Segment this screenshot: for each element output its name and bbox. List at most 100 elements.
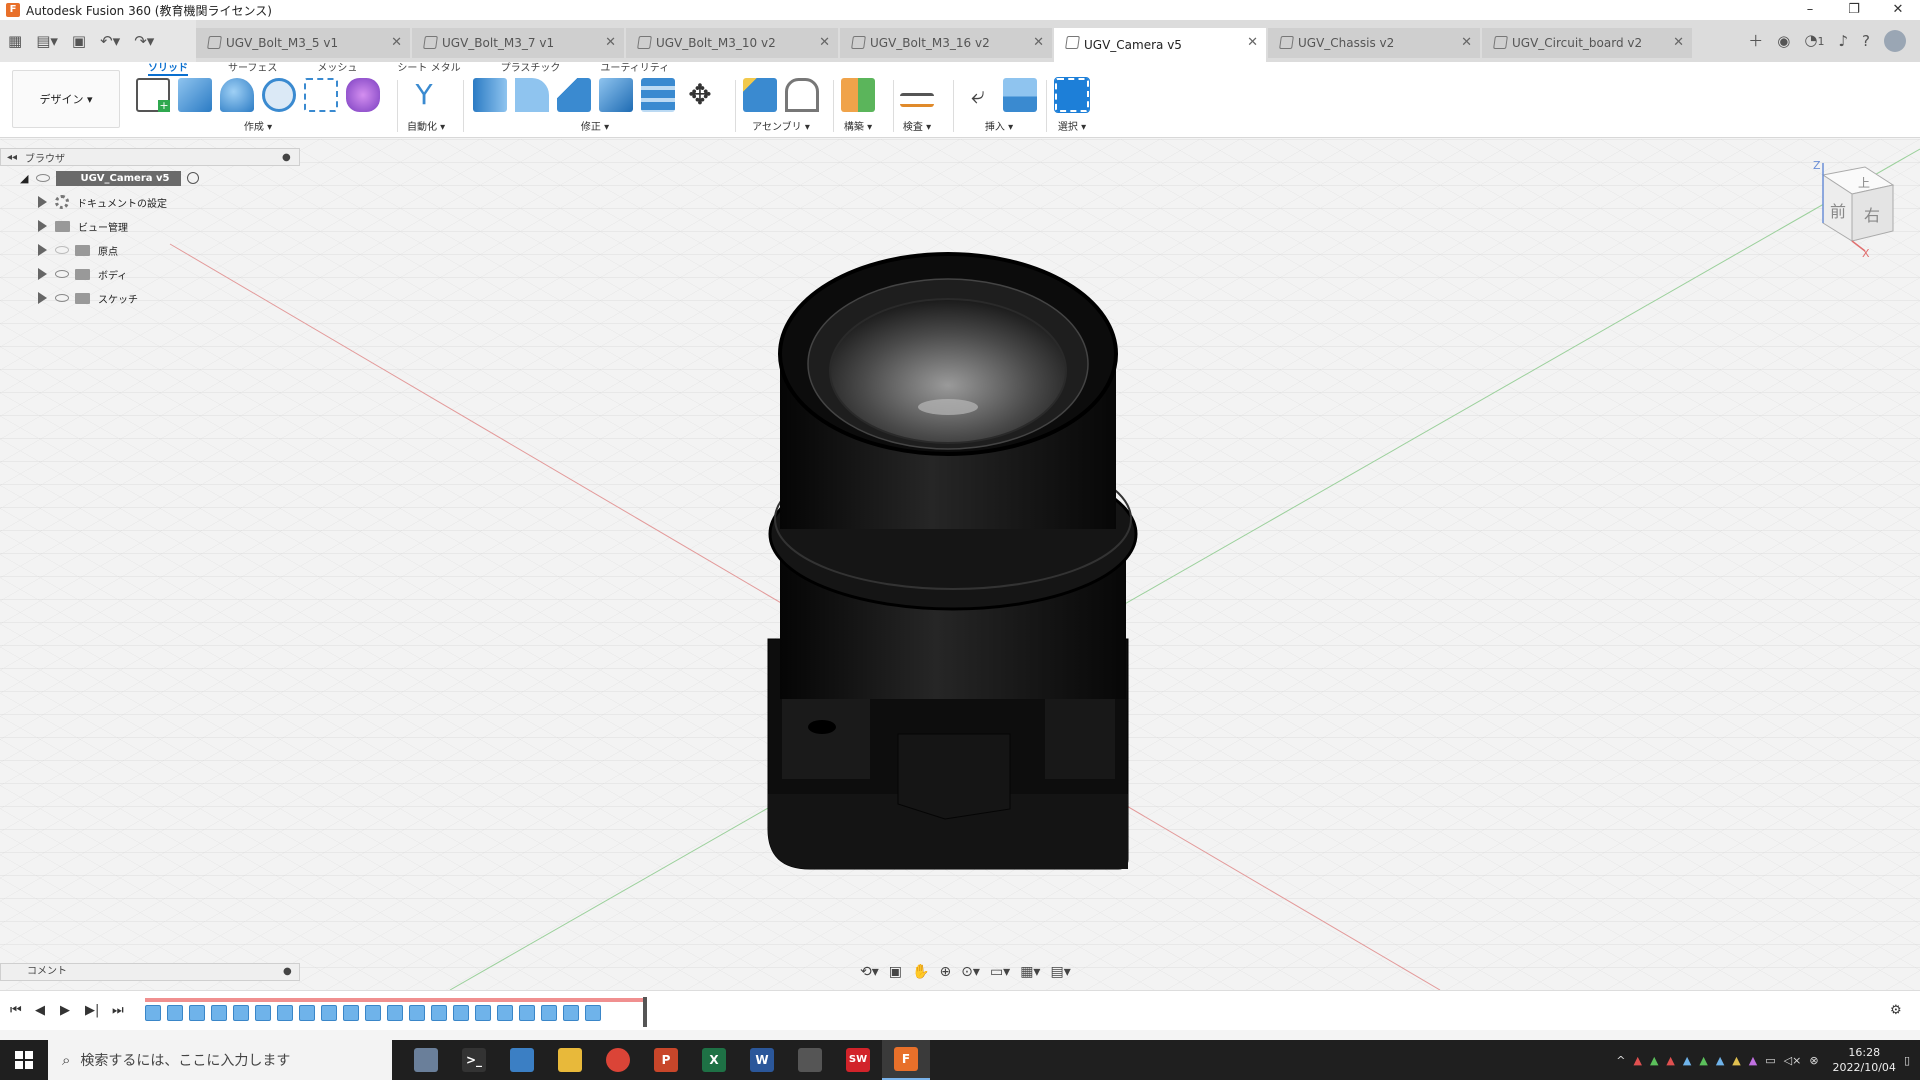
taskbar-app[interactable]: X — [690, 1040, 738, 1080]
taskbar-app[interactable]: W — [738, 1040, 786, 1080]
go-to-start-icon[interactable]: ⏮ — [10, 1003, 22, 1018]
online-status-icon[interactable]: ◉ — [1777, 33, 1790, 49]
comments-panel[interactable]: コメント ● — [0, 963, 300, 981]
taskbar-app[interactable]: F — [882, 1040, 930, 1080]
close-tab-icon[interactable]: ✕ — [1033, 35, 1044, 50]
network-icon[interactable]: ▭ — [1765, 1054, 1775, 1067]
revolve-icon[interactable] — [220, 78, 254, 112]
minimize-button[interactable]: – — [1788, 0, 1832, 20]
step-forward-icon[interactable]: ▶| — [85, 1003, 99, 1018]
viewcube-top-label[interactable]: 上 — [1858, 176, 1870, 190]
taskbar-app[interactable] — [498, 1040, 546, 1080]
tree-root[interactable]: ◢ UGV_Camera v5 — [20, 166, 300, 190]
timeline-feature[interactable] — [189, 1005, 205, 1021]
select-icon[interactable] — [1054, 77, 1090, 113]
doc-tab-bolt-m3-7[interactable]: UGV_Bolt_M3_7 v1 ✕ — [412, 28, 624, 58]
doc-tab-camera[interactable]: UGV_Camera v5 ✕ — [1054, 28, 1266, 62]
notification-bell-icon[interactable]: ♪ — [1838, 33, 1848, 49]
automate-menu[interactable]: 自動化 ▾ — [407, 118, 445, 133]
close-tab-icon[interactable]: ✕ — [1461, 35, 1472, 50]
close-tab-icon[interactable]: ✕ — [1247, 35, 1258, 50]
tree-item-bodies[interactable]: ボディ — [0, 262, 300, 286]
timeline-feature[interactable] — [519, 1005, 535, 1021]
tray-app-icon[interactable]: ▲ — [1749, 1054, 1757, 1067]
joint-icon[interactable] — [785, 78, 819, 112]
assemble-menu[interactable]: アセンブリ ▾ — [743, 118, 819, 133]
camera-body[interactable] — [767, 252, 1138, 870]
close-tab-icon[interactable]: ✕ — [1673, 35, 1684, 50]
close-window-button[interactable]: ✕ — [1876, 0, 1920, 20]
expand-icon[interactable] — [38, 292, 47, 304]
taskbar-search-box[interactable]: ⌕ 検索するには、ここに入力します — [48, 1040, 392, 1080]
pan-icon[interactable]: ✋ — [912, 964, 929, 984]
tab-plastic[interactable]: プラスチック — [501, 62, 561, 76]
taskbar-app[interactable]: >_ — [450, 1040, 498, 1080]
look-at-icon[interactable]: ▣ — [889, 964, 902, 984]
shell-icon[interactable] — [599, 78, 633, 112]
timeline-feature[interactable] — [453, 1005, 469, 1021]
select-menu[interactable]: 選択 ▾ — [1055, 118, 1089, 133]
timeline-feature[interactable] — [321, 1005, 337, 1021]
create-sketch-icon[interactable]: + — [136, 78, 170, 112]
fit-icon[interactable]: ⊙▾ — [961, 964, 980, 984]
doc-tab-chassis[interactable]: UGV_Chassis v2 ✕ — [1268, 28, 1480, 58]
doc-tab-bolt-m3-16[interactable]: UGV_Bolt_M3_16 v2 ✕ — [840, 28, 1052, 58]
move-icon[interactable]: ✥ — [683, 78, 717, 112]
tab-surface[interactable]: サーフェス — [228, 62, 277, 76]
tree-item-sketches[interactable]: スケッチ — [0, 286, 300, 310]
viewports-icon[interactable]: ▤▾ — [1050, 964, 1070, 984]
workspace-selector[interactable]: デザイン ▾ — [12, 70, 120, 128]
play-icon[interactable]: ▶ — [60, 1003, 70, 1018]
undo-icon[interactable]: ↶▾ — [100, 33, 120, 49]
taskbar-app[interactable] — [546, 1040, 594, 1080]
expand-icon[interactable] — [38, 196, 47, 208]
tree-item-named-views[interactable]: ビュー管理 — [0, 214, 300, 238]
doc-tab-bolt-m3-10[interactable]: UGV_Bolt_M3_10 v2 ✕ — [626, 28, 838, 58]
combine-icon[interactable] — [641, 78, 675, 112]
insert-image-icon[interactable] — [1003, 78, 1037, 112]
tree-item-origin[interactable]: 原点 — [0, 238, 300, 262]
expand-icon[interactable] — [38, 268, 47, 280]
user-avatar[interactable] — [1884, 30, 1906, 52]
fillet-icon[interactable] — [515, 78, 549, 112]
close-tab-icon[interactable]: ✕ — [819, 35, 830, 50]
measure-icon[interactable] — [900, 93, 934, 107]
grid-settings-icon[interactable]: ▦▾ — [1020, 964, 1040, 984]
timeline-feature[interactable] — [585, 1005, 601, 1021]
modify-menu[interactable]: 修正 ▾ — [473, 118, 717, 133]
tray-app-icon[interactable]: ▲ — [1683, 1054, 1691, 1067]
comment-add-icon[interactable]: ● — [283, 964, 292, 980]
insert-menu[interactable]: 挿入 ▾ — [961, 118, 1037, 133]
help-icon[interactable]: ? — [1862, 33, 1870, 49]
offset-plane-icon[interactable] — [841, 78, 875, 112]
visibility-eye-icon[interactable] — [55, 246, 69, 254]
activate-radio-icon[interactable] — [187, 172, 200, 184]
viewcube-right-label[interactable]: 右 — [1864, 206, 1880, 225]
taskbar-app[interactable] — [786, 1040, 834, 1080]
timeline-feature[interactable] — [299, 1005, 315, 1021]
tab-utilities[interactable]: ユーティリティ — [600, 62, 669, 76]
taskbar-clock[interactable]: 16:28 2022/10/04 — [1833, 1045, 1896, 1075]
new-component-icon[interactable] — [743, 78, 777, 112]
orbit-icon[interactable]: ⟲▾ — [860, 964, 879, 984]
tray-app-icon[interactable]: ▲ — [1666, 1054, 1674, 1067]
tray-app-icon[interactable]: ▲ — [1633, 1054, 1641, 1067]
extrude-icon[interactable] — [178, 78, 212, 112]
timeline-settings-gear-icon[interactable]: ⚙ — [1890, 1003, 1902, 1018]
hole-icon[interactable] — [262, 78, 296, 112]
visibility-eye-icon[interactable] — [55, 270, 69, 278]
timeline-feature[interactable] — [387, 1005, 403, 1021]
tray-app-icon[interactable]: ⊗ — [1809, 1054, 1818, 1067]
timeline-feature[interactable] — [167, 1005, 183, 1021]
taskbar-app[interactable]: SW — [834, 1040, 882, 1080]
windows-start-button[interactable] — [0, 1040, 48, 1080]
viewcube-front-label[interactable]: 前 — [1830, 202, 1846, 221]
timeline-feature[interactable] — [211, 1005, 227, 1021]
show-hidden-icons[interactable]: ^ — [1616, 1054, 1625, 1067]
expand-icon[interactable] — [38, 244, 47, 256]
doc-tab-bolt-m3-5[interactable]: UGV_Bolt_M3_5 v1 ✕ — [196, 28, 410, 58]
display-settings-icon[interactable]: ▭▾ — [990, 964, 1010, 984]
construct-menu[interactable]: 構築 ▾ — [841, 118, 875, 133]
inspect-menu[interactable]: 検査 ▾ — [900, 118, 934, 133]
zoom-icon[interactable]: ⊕ — [939, 964, 951, 984]
